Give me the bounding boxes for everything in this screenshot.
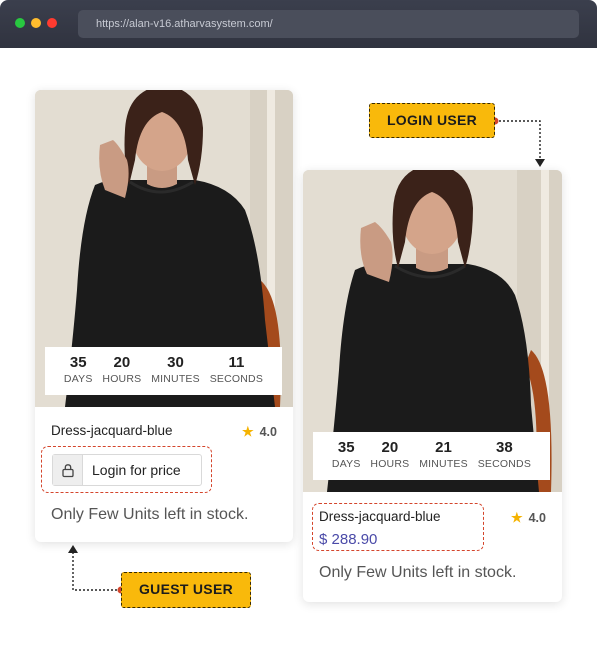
countdown-minutes: 30 MINUTES: [151, 354, 200, 385]
product-title-link[interactable]: Dress-jacquard-blue: [51, 423, 173, 438]
countdown-seconds: 38 SECONDS: [477, 439, 532, 470]
stock-status: Only Few Units left in stock.: [319, 564, 517, 581]
close-window-button[interactable]: [47, 18, 57, 28]
star-icon: ★: [510, 510, 523, 525]
countdown-seconds: 11 SECONDS: [209, 354, 264, 385]
login-highlight-box: [312, 503, 484, 551]
login-user-badge: LOGIN USER: [369, 103, 495, 138]
stock-status: Only Few Units left in stock.: [51, 506, 249, 523]
minimize-window-button[interactable]: [31, 18, 41, 28]
countdown-timer: 35 DAYS 20 HOURS 21 MINUTES 38 SECONDS: [313, 432, 550, 480]
countdown-timer: 35 DAYS 20 HOURS 30 MINUTES 11 SECONDS: [45, 347, 282, 395]
star-icon: ★: [241, 424, 254, 439]
countdown-hours: 20 HOURS: [102, 354, 142, 385]
countdown-hours: 20 HOURS: [370, 439, 410, 470]
countdown-days: 35 DAYS: [63, 354, 93, 385]
product-rating: ★ 4.0: [510, 510, 546, 525]
product-rating: ★ 4.0: [241, 424, 277, 439]
browser-chrome: https://alan-v16.atharvasystem.com/: [0, 0, 597, 48]
countdown-minutes: 21 MINUTES: [419, 439, 468, 470]
address-bar[interactable]: https://alan-v16.atharvasystem.com/: [78, 10, 579, 38]
maximize-window-button[interactable]: [15, 18, 25, 28]
guest-user-badge: GUEST USER: [121, 572, 251, 608]
guest-highlight-box: [41, 446, 212, 493]
countdown-days: 35 DAYS: [331, 439, 361, 470]
